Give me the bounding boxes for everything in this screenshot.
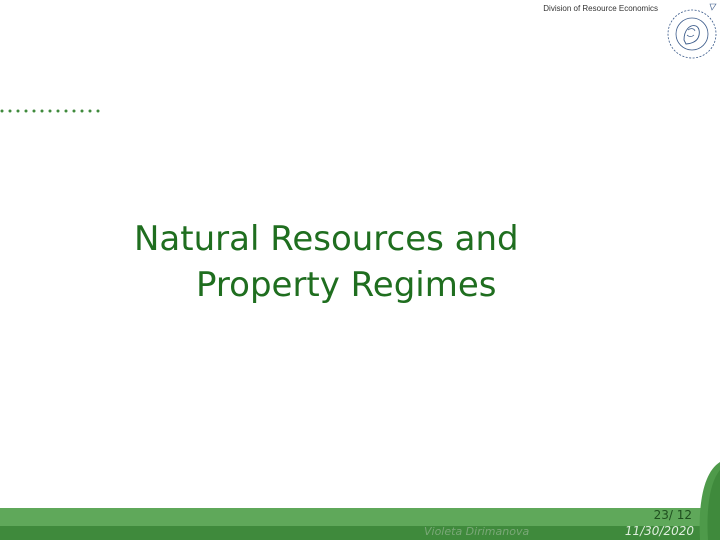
presenter-name: Violeta Dirimanova (424, 525, 530, 538)
footer-bar-dark (0, 526, 720, 540)
slide: Division of Resource Economics Natural R… (0, 0, 720, 540)
slide-title-line2: Property Regimes (196, 265, 497, 305)
university-seal-icon (667, 3, 717, 59)
slide-date: 11/30/2020 (624, 524, 694, 538)
slide-title-line1: Natural Resources and (134, 219, 519, 259)
page-number: 23/ 12 (653, 508, 692, 522)
footer-bar-light (0, 508, 720, 526)
slide-title: Natural Resources and Property Regimes (134, 216, 674, 308)
decorative-dots (0, 109, 100, 113)
division-label: Division of Resource Economics (543, 4, 658, 13)
footer-swoosh (699, 462, 720, 540)
